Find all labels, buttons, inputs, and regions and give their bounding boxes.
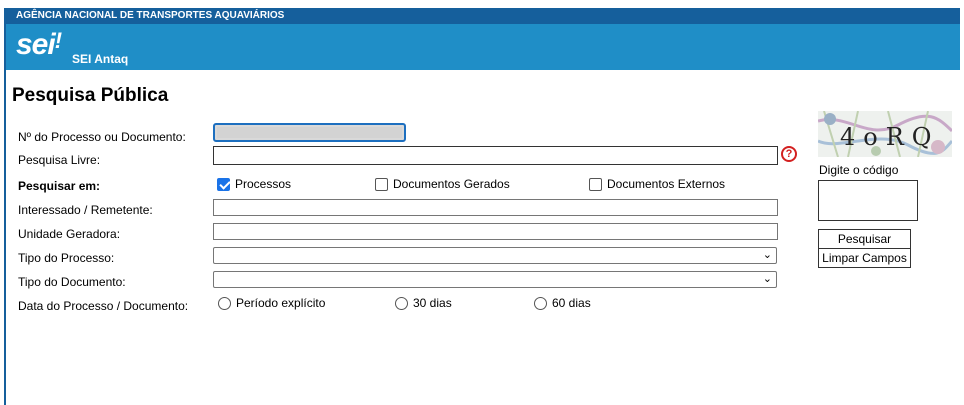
captcha-input[interactable]	[818, 180, 918, 221]
periodo-explicito-radio[interactable]	[218, 296, 231, 310]
option-30-dias[interactable]: 30 dias	[395, 296, 452, 310]
brand-bar: sei! SEI Antaq	[6, 24, 960, 70]
logo-text: sei	[16, 28, 56, 61]
30-dias-label: 30 dias	[413, 296, 452, 310]
processo-label: Nº do Processo ou Documento:	[18, 130, 186, 144]
data-label: Data do Processo / Documento:	[18, 299, 189, 313]
30-dias-radio[interactable]	[395, 296, 408, 310]
option-periodo-explicito[interactable]: Período explícito	[218, 296, 325, 310]
option-processos[interactable]: Processos	[217, 177, 291, 191]
processos-label: Processos	[235, 177, 292, 191]
chevron-down-icon: ⌄	[762, 273, 772, 285]
pesquisa-livre-label: Pesquisa Livre:	[18, 153, 101, 167]
page-title: Pesquisa Pública	[12, 85, 169, 106]
60-dias-radio[interactable]	[534, 296, 547, 310]
option-60-dias[interactable]: 60 dias	[534, 296, 591, 310]
documentos-gerados-label: Documentos Gerados	[393, 177, 510, 191]
system-name: SEI Antaq	[72, 52, 129, 66]
logo-mark: !	[54, 28, 62, 53]
pesquisa-livre-input[interactable]	[213, 146, 778, 165]
tipo-processo-select[interactable]: ⌄	[213, 247, 777, 264]
tipo-documento-select[interactable]: ⌄	[213, 271, 777, 288]
periodo-explicito-label: Período explícito	[236, 296, 326, 310]
unidade-label: Unidade Geradora:	[18, 227, 121, 241]
60-dias-label: 60 dias	[552, 296, 591, 310]
clear-button[interactable]: Limpar Campos	[818, 248, 911, 268]
tipo-documento-label: Tipo do Documento:	[18, 275, 126, 289]
documentos-externos-label: Documentos Externos	[607, 177, 726, 191]
option-documentos-externos[interactable]: Documentos Externos	[589, 177, 725, 191]
pesquisar-em-label: Pesquisar em:	[18, 179, 101, 193]
tipo-processo-label: Tipo do Processo:	[18, 251, 115, 265]
agency-bar: AGÊNCIA NACIONAL DE TRANSPORTES AQUAVIÁR…	[6, 8, 960, 24]
interessado-input[interactable]	[213, 199, 778, 216]
sei-logo[interactable]: sei!	[16, 28, 62, 62]
chevron-down-icon: ⌄	[762, 249, 772, 261]
processos-checkbox[interactable]	[217, 177, 230, 191]
unidade-input[interactable]	[213, 223, 778, 240]
processo-input[interactable]	[213, 123, 406, 142]
captcha-label: Digite o código	[819, 163, 899, 177]
captcha-image: 4oRQ	[818, 111, 952, 157]
captcha-code: 4oRQ	[840, 123, 939, 151]
search-button[interactable]: Pesquisar	[818, 229, 911, 249]
interessado-label: Interessado / Remetente:	[18, 203, 153, 217]
processo-input-fill	[217, 127, 402, 138]
option-documentos-gerados[interactable]: Documentos Gerados	[375, 177, 510, 191]
agency-name: AGÊNCIA NACIONAL DE TRANSPORTES AQUAVIÁR…	[16, 10, 285, 21]
documentos-externos-checkbox[interactable]	[589, 177, 602, 191]
documentos-gerados-checkbox[interactable]	[375, 177, 388, 191]
help-icon[interactable]: ?	[781, 146, 797, 162]
